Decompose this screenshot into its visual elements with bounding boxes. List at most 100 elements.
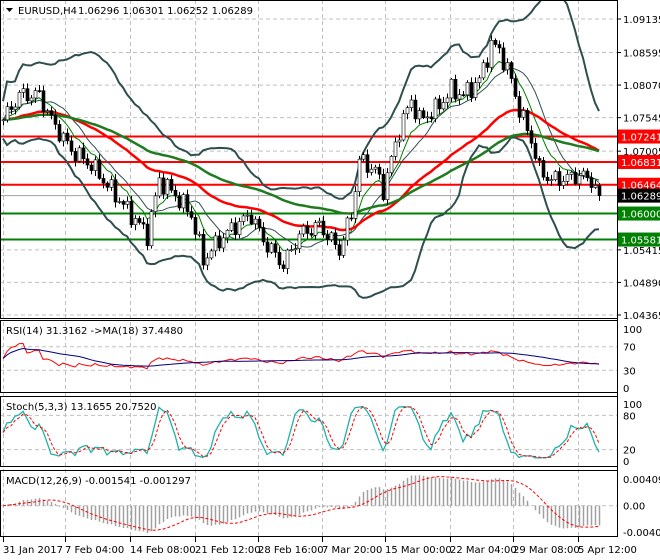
candle-body: [477, 77, 482, 83]
candle-body: [577, 175, 582, 185]
price-tick-label: 1.07545: [623, 114, 660, 125]
candle-body: [517, 96, 522, 118]
candle-body: [193, 217, 198, 235]
candle-body: [117, 201, 122, 203]
candle-body: [469, 82, 474, 98]
ma-line: [2, 67, 600, 248]
candle-body: [205, 257, 210, 266]
time-tick-label: 29 Mar 08:00: [513, 545, 580, 556]
candle-body: [565, 174, 570, 182]
candle-body: [297, 233, 302, 249]
indicator-overlays: [2, 0, 600, 299]
candle-body: [29, 97, 34, 102]
candle-body: [257, 218, 262, 228]
time-tick-label: 28 Feb 16:00: [258, 545, 324, 556]
candle-body: [365, 154, 370, 173]
stoch-tick-label: 80: [623, 411, 636, 422]
candle-body: [385, 172, 390, 200]
candle-body: [449, 78, 454, 99]
candle-body: [289, 249, 294, 251]
candle-body: [501, 47, 506, 71]
candle-body: [137, 218, 142, 223]
candle-body: [57, 124, 62, 142]
candle-body: [497, 44, 502, 49]
candle-body: [457, 94, 462, 100]
candle-body: [149, 211, 154, 247]
candle-body: [317, 220, 322, 223]
time-tick-label: 21 Feb 12:00: [195, 545, 261, 556]
candle-body: [101, 178, 106, 184]
current-price-label: 1.06289: [621, 192, 660, 203]
rsi-title: RSI(14) 31.3162 ->MA(18) 37.4480: [6, 326, 183, 337]
macd-tick-label: 0.004095: [623, 475, 660, 486]
candle-body: [589, 177, 594, 188]
candle-body: [493, 40, 498, 45]
candle-body: [73, 151, 78, 162]
candle-body: [113, 179, 118, 203]
level-price-label: 1.06000: [621, 210, 660, 221]
candle-body: [293, 248, 298, 250]
candle-body: [541, 160, 546, 178]
candle-body: [369, 168, 374, 173]
candle-body: [349, 217, 354, 220]
candle-body: [561, 181, 566, 186]
candle-body: [49, 110, 54, 116]
candle-body: [233, 222, 238, 235]
rsi-tick-label: 30: [623, 366, 636, 377]
candle-body: [533, 142, 538, 159]
level-price-label: 1.06831: [621, 158, 660, 169]
time-tick-label: 7 Mar 20:00: [322, 545, 382, 556]
dropdown-triangle-icon[interactable]: [6, 8, 13, 12]
rsi-tick-label: 70: [623, 343, 636, 354]
chart-window[interactable]: 1.091351.085951.080701.075451.070051.054…: [0, 0, 660, 560]
candle-body: [373, 166, 378, 170]
candle-body: [389, 156, 394, 174]
candle-body: [437, 98, 442, 110]
candle-body: [529, 130, 534, 144]
candle-body: [417, 110, 422, 120]
candle-body: [485, 62, 490, 68]
candle-body: [401, 113, 406, 141]
symbol-label: EURUSD,H4: [18, 6, 77, 17]
candle-body: [33, 90, 38, 99]
candle-body: [165, 179, 170, 195]
price-tick-label: 1.05415: [623, 246, 660, 257]
candle-body: [281, 264, 286, 269]
rsi-tick-label: 100: [623, 325, 642, 336]
candle-body: [313, 222, 318, 236]
time-tick-label: 22 Mar 04:00: [450, 545, 517, 556]
candle-body: [545, 176, 550, 182]
candle-body: [309, 233, 314, 236]
stoch-tick-label: 0: [623, 457, 629, 468]
candle-body: [9, 106, 14, 110]
chart-header: EURUSD,H4 1.06296 1.06301 1.06252 1.0628…: [6, 6, 253, 17]
candle-body: [425, 116, 430, 119]
candle-body: [85, 158, 90, 166]
candle-body: [333, 232, 338, 245]
time-tick-label: 7 Feb 04:00: [65, 545, 124, 556]
sub-windows: [2, 342, 601, 534]
price-tick-label: 1.08595: [623, 49, 660, 60]
candle-body: [189, 211, 194, 218]
candle-body: [177, 195, 182, 209]
candle-body: [89, 164, 94, 171]
candle-body: [173, 190, 178, 197]
candle-body: [329, 232, 334, 240]
candle-body: [473, 82, 478, 98]
candle-body: [25, 88, 30, 102]
candle-body: [269, 243, 274, 253]
candle-body: [237, 221, 242, 235]
candle-body: [353, 191, 358, 219]
candle-body: [185, 194, 190, 212]
candle-body: [513, 78, 518, 97]
candle-body: [421, 110, 426, 119]
chart-canvas[interactable]: 1.091351.085951.080701.075451.070051.054…: [0, 0, 660, 560]
candle-body: [61, 132, 66, 142]
candle-body: [17, 92, 22, 108]
candle-body: [405, 107, 410, 115]
candle-body: [377, 166, 382, 175]
time-axis: 31 Jan 2017 7 Feb 04:00 14 Feb 08:00 21 Feb…: [3, 536, 637, 556]
candle-body: [77, 147, 82, 162]
candle-body: [361, 154, 366, 160]
candle-body: [557, 171, 562, 186]
